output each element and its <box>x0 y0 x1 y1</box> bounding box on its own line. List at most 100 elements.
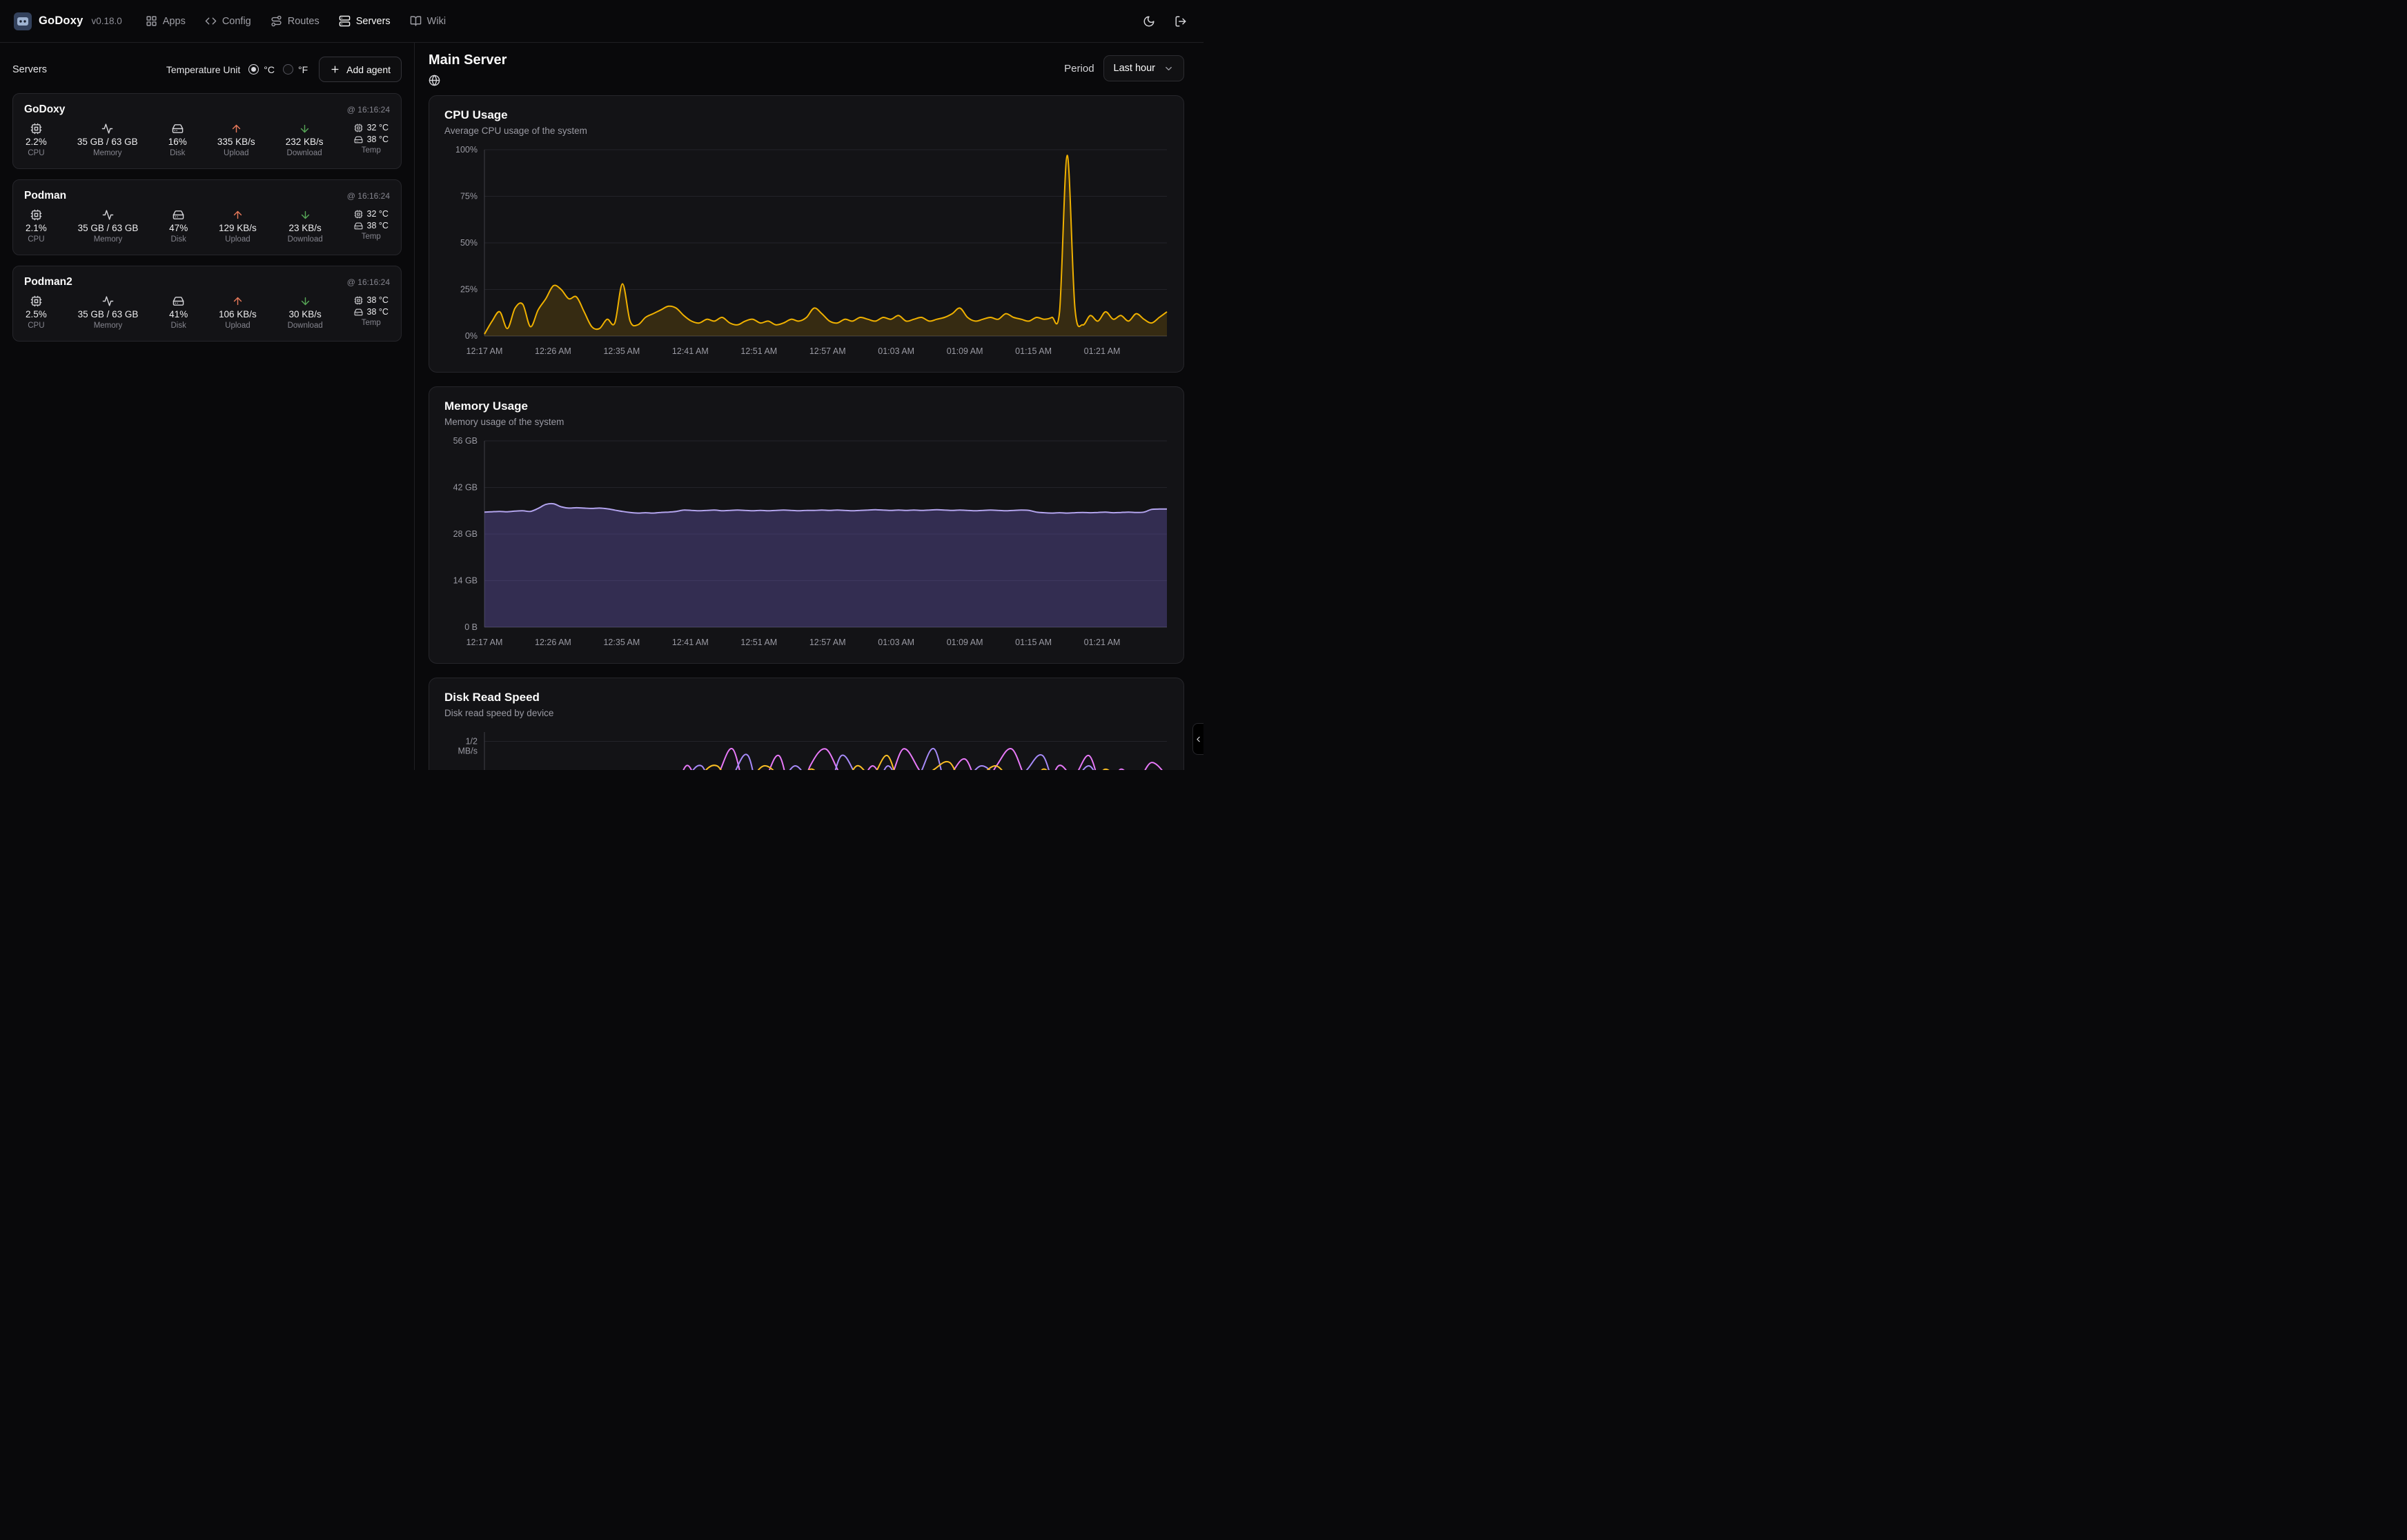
page-title: Main Server <box>429 52 507 68</box>
chart-subtitle: Disk read speed by device <box>444 708 1168 718</box>
server-card-godoxy[interactable]: GoDoxy @ 16:16:24 2.2%CPU 35 GB / 63 GBM… <box>12 93 402 169</box>
stat-memory: 35 GB / 63 GB Memory <box>78 295 139 330</box>
godoxy-logo-icon <box>14 12 32 30</box>
temp-label: Temp <box>362 146 381 155</box>
hard-drive-icon <box>172 123 184 135</box>
code-icon <box>205 15 217 27</box>
apps-grid-icon <box>146 15 157 27</box>
period-select[interactable]: Last hour <box>1103 55 1184 81</box>
temperature-unit-label: Temperature Unit <box>166 64 240 75</box>
nav-item-config[interactable]: Config <box>205 15 251 27</box>
radio-selected-icon <box>248 64 259 75</box>
svg-text:12:41 AM: 12:41 AM <box>672 346 709 356</box>
svg-text:0 B: 0 B <box>464 622 478 632</box>
add-agent-button[interactable]: Add agent <box>319 57 402 82</box>
arrow-down-icon <box>299 295 311 307</box>
stat-download: 23 KB/sDownload <box>288 209 323 244</box>
nav-item-servers[interactable]: Servers <box>339 15 391 27</box>
logout-icon <box>1175 15 1187 28</box>
svg-text:12:35 AM: 12:35 AM <box>603 638 640 647</box>
hard-drive-icon <box>173 209 184 221</box>
hard-drive-icon <box>354 221 363 230</box>
unit-celsius-radio[interactable]: °C <box>248 64 275 75</box>
radio-unselected-icon <box>283 64 293 75</box>
hard-drive-icon <box>354 135 363 144</box>
cpu-value: 2.2% <box>26 137 47 147</box>
nav-item-apps[interactable]: Apps <box>146 15 186 27</box>
temp-label: Temp <box>362 319 381 327</box>
cpu-label: CPU <box>28 322 44 330</box>
nav-item-wiki[interactable]: Wiki <box>410 15 446 27</box>
stat-disk: 47%Disk <box>169 209 188 244</box>
nav-item-routes[interactable]: Routes <box>271 15 320 27</box>
arrow-down-icon <box>299 209 311 221</box>
download-label: Download <box>288 322 323 330</box>
stat-temp: 38 °C 38 °C Temp <box>354 295 389 327</box>
plus-icon <box>330 64 340 75</box>
disk-value: 16% <box>168 137 187 147</box>
svg-text:01:21 AM: 01:21 AM <box>1084 346 1121 356</box>
cpu-icon <box>354 210 363 219</box>
nav-label: Routes <box>288 16 320 27</box>
brand-name: GoDoxy <box>39 14 83 28</box>
disk-label: Disk <box>171 235 186 244</box>
brand[interactable]: GoDoxy v0.18.0 <box>14 12 122 30</box>
memory-value: 35 GB / 63 GB <box>77 137 138 147</box>
memory-value: 35 GB / 63 GB <box>78 309 139 319</box>
memory-value: 35 GB / 63 GB <box>78 223 139 233</box>
unit-fahrenheit-label: °F <box>298 64 308 75</box>
stat-disk: 41%Disk <box>169 295 188 330</box>
nav-items: Apps Config Routes Servers Wiki <box>146 15 446 27</box>
top-navbar: GoDoxy v0.18.0 Apps Config Routes Server… <box>0 0 1204 43</box>
server-card-podman[interactable]: Podman @ 16:16:24 2.1%CPU 35 GB / 63 GBM… <box>12 179 402 255</box>
disk-temp-value: 38 °C <box>367 135 389 144</box>
svg-text:12:51 AM: 12:51 AM <box>740 346 777 356</box>
period-label: Period <box>1064 63 1094 75</box>
disk-read-speed-card: Disk Read Speed Disk read speed by devic… <box>429 678 1184 770</box>
cpu-value: 2.5% <box>26 309 47 319</box>
svg-text:12:35 AM: 12:35 AM <box>603 346 640 356</box>
server-name: Podman2 <box>24 276 72 288</box>
disk-temp-value: 38 °C <box>367 221 389 230</box>
cpu-usage-card: CPU Usage Average CPU usage of the syste… <box>429 95 1184 373</box>
disk-read-speed-chart: 1/2MB/s <box>444 727 1168 770</box>
svg-text:01:21 AM: 01:21 AM <box>1084 638 1121 647</box>
chart-subtitle: Memory usage of the system <box>444 417 1168 427</box>
memory-usage-card: Memory Usage Memory usage of the system … <box>429 386 1184 664</box>
cpu-label: CPU <box>28 149 44 157</box>
svg-text:01:09 AM: 01:09 AM <box>947 638 983 647</box>
memory-label: Memory <box>94 322 123 330</box>
svg-text:12:57 AM: 12:57 AM <box>809 346 846 356</box>
upload-label: Upload <box>225 322 250 330</box>
stat-memory: 35 GB / 63 GBMemory <box>77 123 138 157</box>
unit-fahrenheit-radio[interactable]: °F <box>283 64 308 75</box>
svg-text:1/2MB/s: 1/2MB/s <box>458 737 478 756</box>
svg-text:14 GB: 14 GB <box>453 576 478 586</box>
hard-drive-icon <box>173 295 184 307</box>
logout-button[interactable] <box>1175 15 1187 28</box>
nav-label: Config <box>222 16 251 27</box>
upload-label: Upload <box>224 149 248 157</box>
server-name: GoDoxy <box>24 103 65 116</box>
app-version: v0.18.0 <box>91 16 121 26</box>
add-agent-label: Add agent <box>346 64 391 75</box>
theme-toggle-button[interactable] <box>1143 15 1155 28</box>
sidebar-collapse-tab[interactable] <box>1192 723 1204 755</box>
cpu-temp-value: 32 °C <box>367 209 389 219</box>
upload-value: 129 KB/s <box>219 223 257 233</box>
server-card-podman2[interactable]: Podman2 @ 16:16:24 2.5%CPU 35 GB / 63 GB… <box>12 266 402 342</box>
globe-icon <box>429 75 440 86</box>
cpu-icon <box>354 296 363 305</box>
svg-text:25%: 25% <box>460 285 478 295</box>
stat-download: 30 KB/sDownload <box>288 295 323 330</box>
memory-label: Memory <box>94 235 123 244</box>
cpu-usage-chart: 100%75%50%25%0%12:17 AM12:26 AM12:35 AM1… <box>444 144 1168 359</box>
svg-text:42 GB: 42 GB <box>453 483 478 493</box>
disk-temp-value: 38 °C <box>367 307 389 317</box>
stat-upload: 335 KB/sUpload <box>217 123 255 157</box>
cpu-label: CPU <box>28 235 44 244</box>
svg-text:01:15 AM: 01:15 AM <box>1015 346 1052 356</box>
svg-text:28 GB: 28 GB <box>453 529 478 539</box>
stat-upload: 129 KB/sUpload <box>219 209 257 244</box>
disk-label: Disk <box>170 149 185 157</box>
